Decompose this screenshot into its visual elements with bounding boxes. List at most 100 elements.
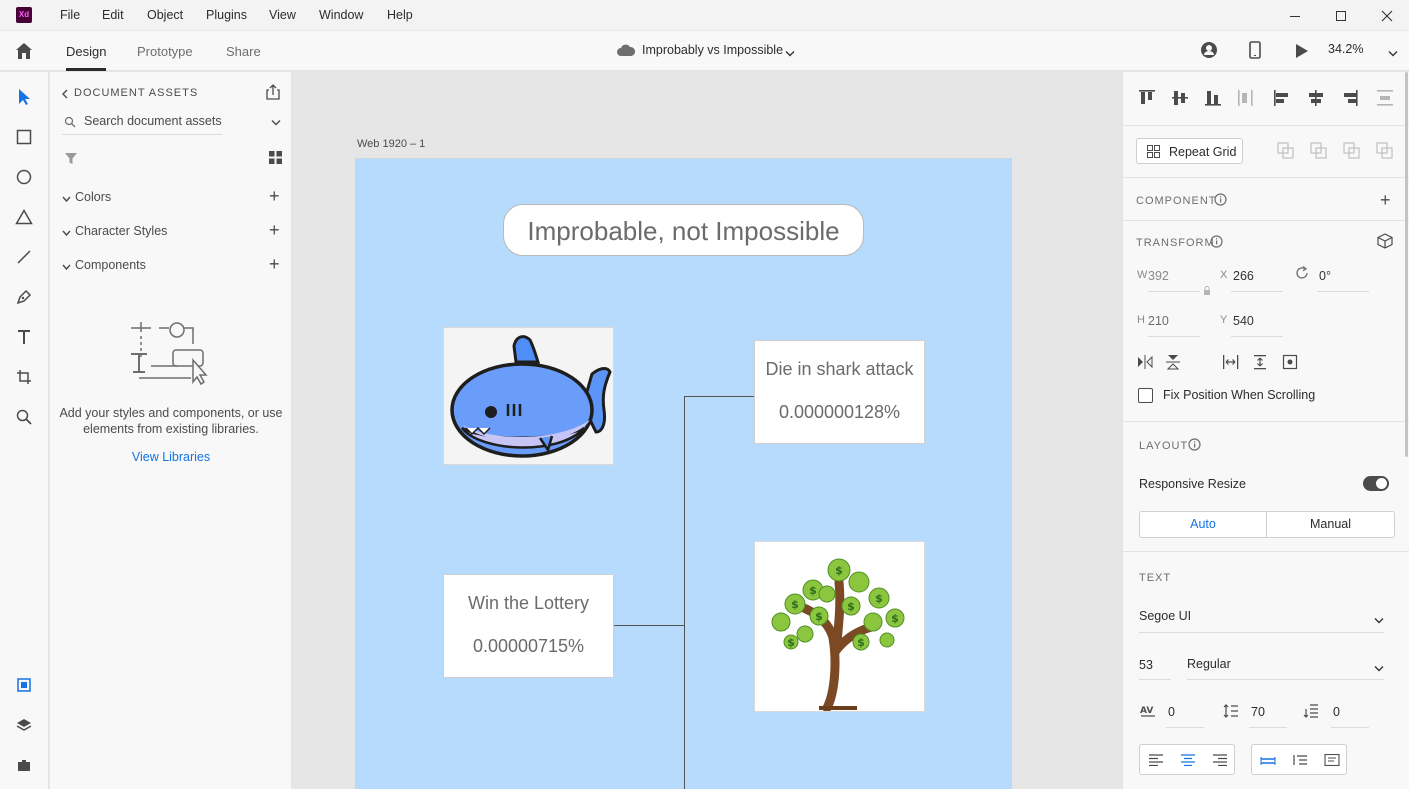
3d-transform-icon[interactable] bbox=[1377, 233, 1393, 249]
lock-aspect-icon[interactable] bbox=[1203, 285, 1211, 295]
line-spacing-underline bbox=[1249, 727, 1287, 728]
character-styles-chevron-icon[interactable] bbox=[62, 226, 71, 237]
money-tree-image[interactable]: $ $ $ $ $ $ $ $ $ bbox=[754, 541, 925, 712]
character-spacing-icon: AV bbox=[1140, 704, 1157, 718]
export-icon[interactable] bbox=[265, 84, 281, 100]
maximize-button[interactable] bbox=[1319, 0, 1363, 31]
menu-view[interactable]: View bbox=[269, 8, 296, 22]
font-family-select[interactable]: Segoe UI bbox=[1139, 609, 1191, 623]
minimize-button[interactable] bbox=[1273, 0, 1317, 31]
search-dropdown-icon[interactable] bbox=[271, 116, 281, 126]
rotation-field[interactable]: 0° bbox=[1319, 269, 1331, 283]
align-left-icon[interactable] bbox=[1148, 754, 1164, 767]
share-user-icon[interactable] bbox=[1200, 41, 1218, 59]
section-character-styles[interactable]: Character Styles bbox=[75, 224, 167, 238]
character-spacing-field[interactable]: 0 bbox=[1168, 705, 1175, 719]
auto-height-icon[interactable] bbox=[1292, 754, 1308, 766]
menu-window[interactable]: Window bbox=[319, 8, 363, 22]
menu-plugins[interactable]: Plugins bbox=[206, 8, 247, 22]
search-input[interactable]: Search document assets bbox=[84, 114, 222, 128]
font-size-field[interactable]: 53 bbox=[1139, 658, 1153, 672]
svg-text:$: $ bbox=[809, 584, 817, 597]
auto-width-icon[interactable] bbox=[1260, 754, 1276, 766]
back-chevron-icon[interactable] bbox=[61, 88, 69, 99]
svg-text:AV: AV bbox=[1140, 706, 1153, 716]
add-character-style-button[interactable]: + bbox=[269, 221, 280, 239]
view-libraries-link[interactable]: View Libraries bbox=[50, 450, 292, 464]
menu-file[interactable]: File bbox=[60, 8, 80, 22]
chevron-down-icon[interactable] bbox=[785, 47, 795, 57]
line-spacing-field[interactable]: 70 bbox=[1251, 705, 1265, 719]
home-icon[interactable] bbox=[14, 42, 34, 60]
resize-auto-button[interactable]: Auto bbox=[1139, 511, 1267, 538]
pen-tool-icon[interactable] bbox=[12, 285, 36, 309]
close-button[interactable] bbox=[1365, 0, 1409, 31]
select-tool-icon[interactable] bbox=[12, 85, 36, 109]
plugins-icon[interactable] bbox=[12, 753, 36, 777]
svg-text:$: $ bbox=[857, 636, 865, 649]
section-colors[interactable]: Colors bbox=[75, 190, 111, 204]
document-title[interactable]: Improbably vs Impossible bbox=[642, 43, 783, 57]
line-tool-icon[interactable] bbox=[12, 245, 36, 269]
fix-position-checkbox[interactable] bbox=[1138, 388, 1153, 403]
align-right-icon[interactable] bbox=[1212, 754, 1228, 767]
filter-icon[interactable] bbox=[64, 151, 78, 165]
shark-attack-card[interactable]: Die in shark attack 0.000000128% bbox=[754, 340, 925, 444]
artboard-name[interactable]: Web 1920 – 1 bbox=[357, 138, 425, 150]
components-chevron-icon[interactable] bbox=[62, 260, 71, 271]
x-underline bbox=[1231, 291, 1283, 292]
menu-object[interactable]: Object bbox=[147, 8, 183, 22]
artboard[interactable]: Improbable, not Impossible Die in shark … bbox=[355, 158, 1012, 789]
transform-info-icon[interactable] bbox=[1210, 235, 1223, 248]
font-family-chevron-icon[interactable] bbox=[1374, 614, 1384, 624]
layers-icon[interactable] bbox=[12, 713, 36, 737]
repeat-grid-button[interactable]: Repeat Grid bbox=[1136, 138, 1243, 164]
design-canvas[interactable]: Web 1920 – 1 Improbable, not Impossible … bbox=[293, 72, 1122, 789]
boolean-ops-icons bbox=[1277, 142, 1397, 160]
text-tool-icon[interactable] bbox=[12, 325, 36, 349]
colors-chevron-icon[interactable] bbox=[62, 192, 71, 203]
section-components[interactable]: Components bbox=[75, 258, 146, 272]
mobile-preview-icon[interactable] bbox=[1249, 41, 1261, 59]
width-underline bbox=[1148, 291, 1200, 292]
component-info-icon[interactable] bbox=[1214, 193, 1227, 206]
align-center-icon[interactable] bbox=[1180, 754, 1196, 767]
inspector-scrollbar[interactable] bbox=[1405, 72, 1408, 457]
artboard-tool-icon[interactable] bbox=[12, 365, 36, 389]
grid-view-icon[interactable] bbox=[269, 151, 282, 164]
add-color-button[interactable]: + bbox=[269, 187, 280, 205]
assets-panel-icon[interactable] bbox=[12, 673, 36, 697]
tab-share[interactable]: Share bbox=[226, 44, 261, 59]
zoom-level[interactable]: 34.2% bbox=[1328, 42, 1363, 56]
connector-vertical-line bbox=[684, 396, 685, 789]
play-icon[interactable] bbox=[1295, 43, 1309, 59]
responsive-resize-toggle[interactable] bbox=[1363, 476, 1389, 491]
lottery-card[interactable]: Win the Lottery 0.00000715% bbox=[443, 574, 614, 678]
ellipse-tool-icon[interactable] bbox=[12, 165, 36, 189]
shark-image[interactable] bbox=[443, 327, 614, 465]
add-component-plus[interactable]: + bbox=[1380, 190, 1391, 211]
tab-prototype[interactable]: Prototype bbox=[137, 44, 193, 59]
svg-text:$: $ bbox=[891, 612, 899, 625]
artboard-title[interactable]: Improbable, not Impossible bbox=[503, 204, 864, 256]
paragraph-spacing-field[interactable]: 0 bbox=[1333, 705, 1340, 719]
menu-help[interactable]: Help bbox=[387, 8, 413, 22]
font-weight-select[interactable]: Regular bbox=[1187, 657, 1231, 671]
zoom-tool-icon[interactable] bbox=[12, 405, 36, 429]
menu-edit[interactable]: Edit bbox=[102, 8, 124, 22]
y-field[interactable]: 540 bbox=[1233, 314, 1254, 328]
resize-manual-button[interactable]: Manual bbox=[1266, 511, 1395, 538]
x-field[interactable]: 266 bbox=[1233, 269, 1254, 283]
rectangle-tool-icon[interactable] bbox=[12, 125, 36, 149]
width-field[interactable]: 392 bbox=[1148, 269, 1169, 283]
fixed-size-icon[interactable] bbox=[1324, 753, 1340, 767]
divider bbox=[1123, 125, 1409, 126]
height-field[interactable]: 210 bbox=[1148, 314, 1169, 328]
zoom-chevron-icon[interactable] bbox=[1388, 47, 1398, 57]
font-weight-chevron-icon[interactable] bbox=[1374, 662, 1384, 672]
add-component-button[interactable]: + bbox=[269, 255, 280, 273]
tab-design[interactable]: Design bbox=[66, 44, 106, 59]
polygon-tool-icon[interactable] bbox=[12, 205, 36, 229]
height-label: H bbox=[1137, 314, 1145, 326]
layout-info-icon[interactable] bbox=[1188, 438, 1201, 451]
